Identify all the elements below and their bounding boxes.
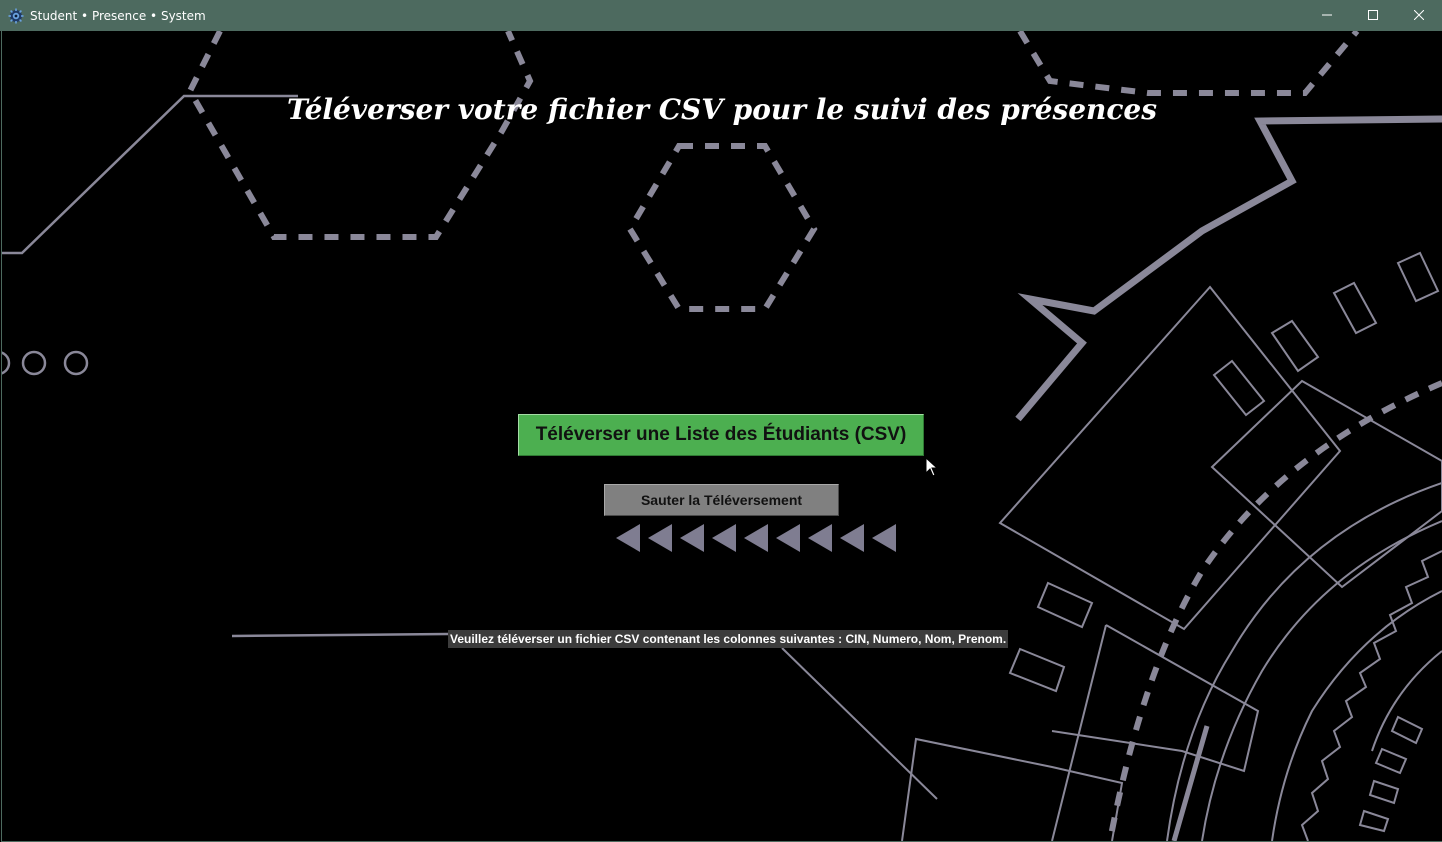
skip-upload-button[interactable]: Sauter la Téléversement: [604, 484, 839, 516]
triangle-left-icon: [872, 524, 896, 552]
main-panel: Téléverser votre fichier CSV pour le sui…: [1, 31, 1442, 842]
triangle-left-icon: [648, 524, 672, 552]
triangle-left-icon: [840, 524, 864, 552]
window-controls: [1304, 0, 1442, 31]
gear-cog-icon: [8, 8, 24, 24]
triangle-left-icon: [776, 524, 800, 552]
minimize-icon: [1322, 7, 1332, 25]
arrow-decoration: [616, 524, 896, 552]
upload-csv-button[interactable]: Téléverser une Liste des Étudiants (CSV): [518, 414, 924, 456]
close-icon: [1413, 7, 1425, 25]
triangle-left-icon: [680, 524, 704, 552]
app-window: Student • Presence • System Téléverser v…: [0, 0, 1442, 842]
window-title: Student • Presence • System: [30, 8, 206, 23]
title-bar[interactable]: Student • Presence • System: [0, 0, 1442, 31]
triangle-left-icon: [712, 524, 736, 552]
mouse-pointer-icon: [925, 457, 939, 477]
instructions-label: Veuillez téléverser un fichier CSV conte…: [448, 630, 1009, 648]
maximize-icon: [1368, 7, 1378, 25]
triangle-left-icon: [808, 524, 832, 552]
minimize-button[interactable]: [1304, 0, 1350, 31]
page-title: Téléverser votre fichier CSV pour le sui…: [286, 93, 1158, 126]
triangle-left-icon: [616, 524, 640, 552]
triangle-left-icon: [744, 524, 768, 552]
maximize-button[interactable]: [1350, 0, 1396, 31]
close-button[interactable]: [1396, 0, 1442, 31]
